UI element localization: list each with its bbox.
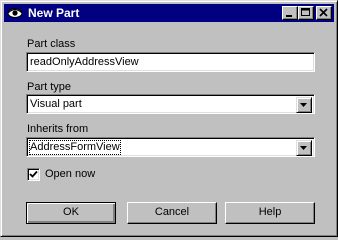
- chevron-down-icon: [300, 103, 307, 107]
- part-type-select[interactable]: Visual part: [26, 94, 315, 114]
- inherits-from-dropdown-button[interactable]: [296, 140, 312, 156]
- part-class-label: Part class: [27, 38, 76, 50]
- minimize-button[interactable]: [282, 6, 298, 20]
- open-now-label[interactable]: Open now: [45, 168, 95, 181]
- close-icon: [319, 8, 328, 17]
- open-now-checkbox[interactable]: [27, 168, 40, 181]
- ok-button[interactable]: OK: [26, 202, 116, 224]
- inherits-from-select[interactable]: AddressFormView: [26, 137, 315, 157]
- cancel-button[interactable]: Cancel: [127, 202, 217, 224]
- window-title: New Part: [28, 6, 80, 20]
- maximize-button[interactable]: [298, 6, 314, 20]
- inherits-from-value: AddressFormView: [29, 140, 121, 155]
- new-part-dialog: New Part Part class readOnlyAddressView …: [0, 0, 338, 237]
- title-bar[interactable]: New Part: [4, 4, 334, 22]
- help-button[interactable]: Help: [225, 202, 315, 224]
- part-class-input[interactable]: readOnlyAddressView: [26, 52, 315, 72]
- part-type-label: Part type: [27, 81, 72, 93]
- part-class-value: readOnlyAddressView: [30, 56, 139, 68]
- minimize-icon: [286, 15, 292, 17]
- checkmark-icon: [29, 170, 38, 178]
- inherits-from-label: Inherits from: [27, 123, 89, 135]
- eye-icon: [7, 6, 23, 20]
- chevron-down-icon: [300, 146, 307, 150]
- part-type-value: Visual part: [30, 98, 82, 110]
- maximize-icon: [301, 8, 310, 16]
- part-type-dropdown-button[interactable]: [296, 97, 312, 113]
- close-button[interactable]: [316, 6, 332, 20]
